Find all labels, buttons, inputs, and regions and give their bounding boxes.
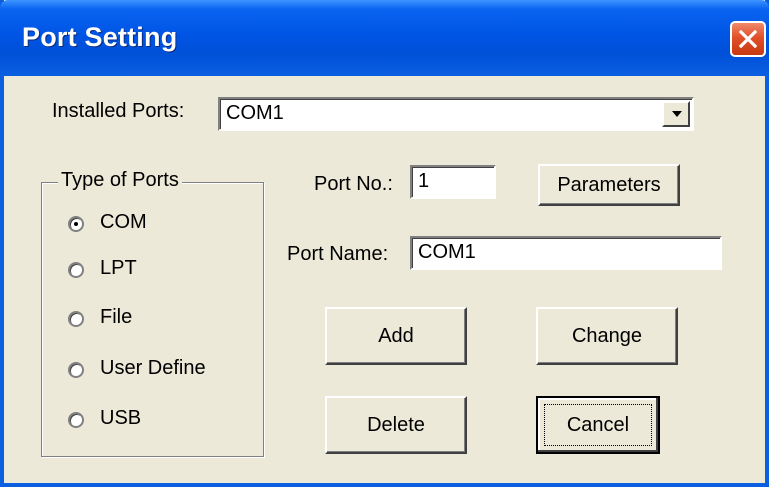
close-icon: [739, 30, 757, 48]
type-of-ports-group: Type of Ports COM LPT File User Define U…: [41, 169, 264, 457]
change-button-label: Change: [571, 324, 643, 347]
title-bar[interactable]: Port Setting: [0, 0, 769, 76]
radio-button[interactable]: [68, 412, 84, 428]
radio-button[interactable]: [68, 262, 84, 278]
dropdown-button[interactable]: [662, 101, 690, 127]
parameters-button[interactable]: Parameters: [538, 164, 680, 206]
port-no-input[interactable]: 1: [410, 165, 496, 199]
port-no-value: 1: [418, 170, 430, 192]
port-name-label: Port Name:: [287, 243, 389, 265]
type-of-ports-legend: Type of Ports: [58, 169, 182, 192]
radio-label: COM: [100, 211, 147, 233]
radio-label: User Define: [100, 357, 206, 379]
installed-ports-dropdown[interactable]: COM1: [218, 97, 694, 131]
delete-button[interactable]: Delete: [325, 396, 467, 454]
add-button-label: Add: [378, 324, 414, 347]
radio-button[interactable]: [68, 216, 84, 232]
radio-label: File: [100, 306, 133, 328]
focus-ring: [544, 404, 652, 446]
change-button[interactable]: Change: [536, 307, 678, 365]
port-setting-dialog: Port Setting Installed Ports: COM1 Type …: [0, 0, 769, 487]
radio-button[interactable]: [68, 311, 84, 327]
chevron-down-icon: [672, 111, 682, 117]
installed-ports-label: Installed Ports:: [52, 100, 185, 122]
parameters-button-label: Parameters: [557, 173, 661, 196]
radio-label: USB: [100, 407, 142, 429]
radio-label: LPT: [100, 257, 137, 279]
port-name-input[interactable]: COM1: [410, 236, 722, 270]
window-title: Port Setting: [22, 22, 178, 52]
add-button[interactable]: Add: [325, 307, 467, 365]
cancel-button[interactable]: Cancel: [536, 396, 660, 454]
radio-button[interactable]: [68, 362, 84, 378]
close-button[interactable]: [730, 21, 766, 57]
delete-button-label: Delete: [367, 413, 425, 436]
installed-ports-value: COM1: [226, 102, 284, 124]
port-name-value: COM1: [418, 241, 476, 263]
port-no-label: Port No.:: [314, 173, 393, 195]
